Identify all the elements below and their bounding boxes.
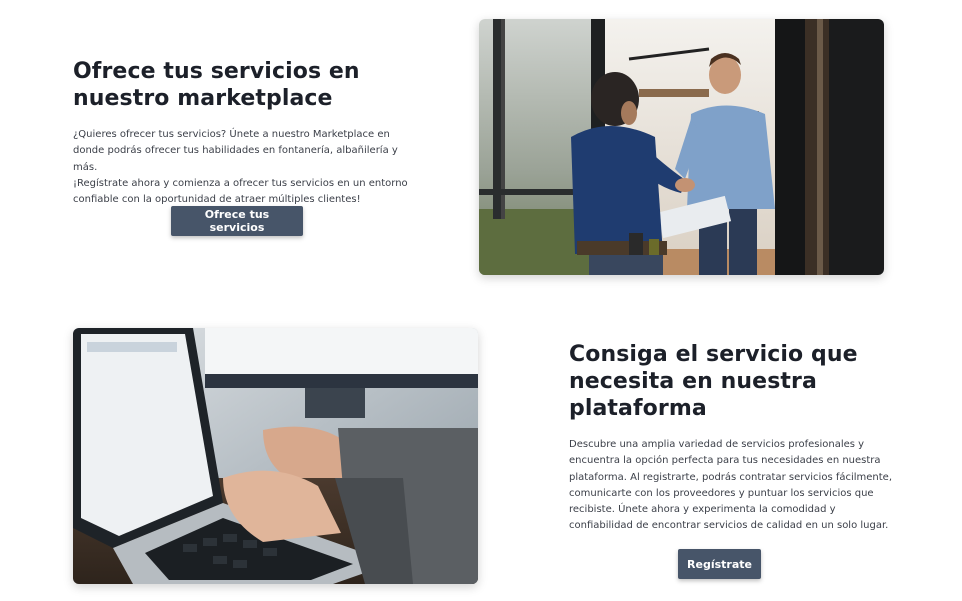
section-two-paragraph-line: confiabilidad de encontrar servicios de …	[569, 520, 889, 532]
section-two-paragraph-line: encuentra la opción perfecta para tus ne…	[569, 455, 881, 467]
laptop-photo	[73, 328, 478, 584]
handshake-illustration	[479, 19, 884, 275]
section-two-title: Consiga el servicio que necesita en nues…	[569, 341, 899, 422]
section-one-title-line1: Ofrece tus servicios en	[73, 59, 360, 84]
laptop-illustration	[73, 328, 478, 584]
offer-services-button[interactable]: Ofrece tus servicios	[171, 206, 303, 236]
section-two-paragraph-line: plataforma. Al registrarte, podrás contr…	[569, 471, 893, 483]
section-two-text: Consiga el servicio que necesita en nues…	[569, 341, 899, 535]
section-one-title-line2: nuestro marketplace	[73, 86, 333, 111]
section-two-paragraph-line: Descubre una amplia variedad de servicio…	[569, 439, 865, 450]
section-one-title: Ofrece tus servicios en nuestro marketpl…	[73, 58, 413, 112]
page: Ofrece tus servicios en nuestro marketpl…	[0, 0, 962, 601]
section-two-paragraph-line: comunicarte con los proveedores y puntua…	[569, 487, 874, 499]
section-two-title-line3: plataforma	[569, 396, 707, 421]
section-one-paragraph-line: ¡Regístrate ahora y comienza a ofrecer t…	[73, 177, 408, 189]
handshake-photo	[479, 19, 884, 275]
section-two-paragraph-line: recibiste. Únete ahora y experimenta la …	[569, 504, 836, 516]
register-button[interactable]: Regístrate	[678, 549, 761, 579]
section-two-title-line2: necesita en nuestra	[569, 369, 817, 394]
section-one-text: Ofrece tus servicios en nuestro marketpl…	[73, 58, 413, 208]
section-one-paragraph-line: donde podrás ofrecer tus habilidades en …	[73, 145, 398, 173]
section-two-paragraph: Descubre una amplia variedad de servicio…	[569, 437, 899, 535]
section-one-paragraph: ¿Quieres ofrecer tus servicios? Únete a …	[73, 127, 413, 208]
section-two-title-line1: Consiga el servicio que	[569, 342, 858, 367]
section-one-paragraph-line: ¿Quieres ofrecer tus servicios? Únete a …	[73, 129, 390, 140]
section-one-paragraph-line: confiable con la oportunidad de atraer m…	[73, 194, 361, 206]
